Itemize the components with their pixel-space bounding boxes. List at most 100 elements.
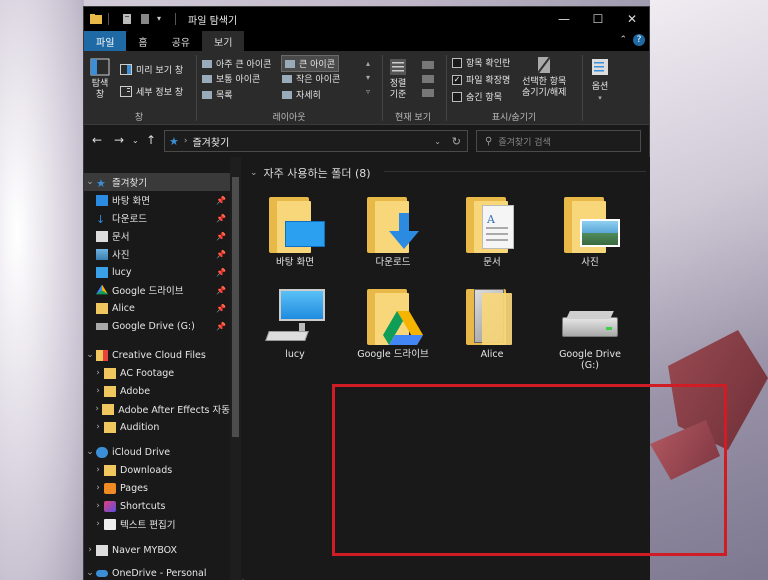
drive-tile-google-drive-g[interactable]: Google Drive (G:)	[545, 283, 635, 371]
nav-item-pictures[interactable]: 사진 📌	[84, 245, 230, 263]
folder-tile-google-drive[interactable]: Google 드라이브	[348, 283, 438, 360]
title-separator	[175, 13, 176, 25]
nav-item-desktop[interactable]: 바탕 화면 📌	[84, 191, 230, 209]
forward-button[interactable]: →	[114, 133, 124, 147]
tab-share[interactable]: 공유	[160, 31, 202, 51]
tab-view[interactable]: 보기	[202, 31, 245, 51]
scrollbar-thumb[interactable]	[232, 177, 239, 437]
layout-small-icons-label: 작은 아이콘	[296, 75, 341, 85]
hide-selected-button[interactable]: 선택한 항목 숨기기/해제	[522, 55, 566, 99]
breadcrumb[interactable]: 즐겨찾기	[192, 134, 229, 149]
tab-home[interactable]: 홈	[126, 31, 159, 51]
add-columns-icon[interactable]	[422, 75, 434, 83]
file-extensions-toggle[interactable]: ✓ 파일 확장명	[452, 73, 510, 86]
nav-item-icloud-downloads[interactable]: › Downloads	[84, 461, 230, 479]
nav-item-label: Adobe	[120, 385, 151, 397]
expand-icon[interactable]: ›	[92, 404, 102, 414]
nav-item-downloads[interactable]: ↓ 다운로드 📌	[84, 209, 230, 227]
address-dropdown-icon[interactable]: ⌄	[434, 137, 441, 146]
collapse-icon[interactable]: ⌄	[84, 568, 96, 578]
properties-icon[interactable]	[121, 14, 133, 24]
nav-item-audition[interactable]: › Audition	[84, 418, 230, 436]
nav-item-creative-cloud[interactable]: ⌄ Creative Cloud Files	[84, 346, 230, 364]
expand-icon[interactable]: ›	[92, 501, 104, 511]
hidden-items-toggle[interactable]: 숨긴 항목	[452, 90, 502, 103]
layout-list[interactable]: 목록	[202, 88, 233, 101]
item-checkboxes-label: 항목 확인란	[466, 59, 511, 69]
folder-icon	[90, 14, 102, 24]
nav-item-naver-mybox[interactable]: › Naver MYBOX	[84, 541, 230, 559]
options-button[interactable]: 옵션 ▾	[590, 57, 610, 102]
group-by-icon[interactable]	[422, 61, 434, 69]
maximize-button[interactable]: ☐	[581, 7, 615, 31]
minimize-button[interactable]: —	[547, 7, 581, 31]
layout-extra-large-icons[interactable]: 아주 큰 아이콘	[202, 57, 271, 70]
sort-by-button[interactable]: 정렬 기준	[388, 57, 408, 101]
folder-tile-alice[interactable]: Alice	[447, 283, 537, 360]
nav-item-label: Creative Cloud Files	[112, 349, 206, 361]
folder-tile-lucy[interactable]: lucy	[250, 283, 340, 360]
details-pane-button[interactable]: 세부 정보 창	[120, 85, 183, 98]
nav-item-google-drive-g[interactable]: Google Drive (G:) 📌	[84, 317, 230, 335]
folder-tile-downloads[interactable]: 다운로드	[348, 191, 438, 268]
nav-item-onedrive[interactable]: ⌄ OneDrive - Personal	[84, 564, 230, 580]
close-button[interactable]: ✕	[615, 7, 649, 31]
nav-item-ac-footage[interactable]: › AC Footage	[84, 364, 230, 382]
nav-item-documents[interactable]: 문서 📌	[84, 227, 230, 245]
folder-tile-pictures[interactable]: 사진	[545, 191, 635, 268]
nav-item-lucy[interactable]: lucy 📌	[84, 263, 230, 281]
refresh-icon[interactable]: ↻	[452, 135, 461, 148]
address-bar[interactable]: ★ › 즐겨찾기 ⌄ ↻	[164, 130, 468, 152]
expand-icon[interactable]: ›	[92, 519, 104, 529]
collapse-icon[interactable]: ⌄	[84, 177, 96, 187]
layout-scroll-icon[interactable]: ▴ ▾ ▿	[366, 57, 370, 99]
folder-tile-documents[interactable]: A 문서	[447, 191, 537, 268]
ribbon-group-options: 옵션 ▾	[584, 51, 616, 125]
nav-item-after-effects[interactable]: › Adobe After Effects 자동	[84, 400, 230, 418]
layout-large-icons[interactable]: 큰 아이콘	[281, 55, 339, 72]
file-extensions-checkbox[interactable]: ✓	[452, 74, 462, 85]
collapse-icon[interactable]: ⌄	[84, 447, 96, 457]
layout-medium-icons[interactable]: 보통 아이콘	[202, 72, 260, 85]
navigation-pane-button[interactable]: 탐색 창	[90, 57, 110, 101]
item-checkboxes-toggle[interactable]: 항목 확인란	[452, 56, 510, 69]
search-box[interactable]: ⚲ 즐겨찾기 검색	[476, 130, 641, 152]
content-pane: ⌄ 자주 사용하는 폴더 (8) 바탕 화면 다운로드 A 문서 사진 lucy…	[244, 157, 727, 580]
nav-item-google-drive[interactable]: Google 드라이브 📌	[84, 281, 230, 299]
nav-item-icloud-drive[interactable]: ⌄ iCloud Drive	[84, 443, 230, 461]
nav-item-quick-access[interactable]: ⌄ ★ 즐겨찾기	[84, 173, 230, 191]
quick-access-dropdown-icon[interactable]: ▾	[157, 14, 169, 24]
drive-icon	[558, 283, 622, 347]
layout-small-icons[interactable]: 작은 아이콘	[282, 72, 340, 85]
nav-item-adobe[interactable]: › Adobe	[84, 382, 230, 400]
preview-pane-button[interactable]: 미리 보기 창	[120, 63, 183, 76]
nav-item-shortcuts[interactable]: › Shortcuts	[84, 497, 230, 515]
layout-details[interactable]: 자세히	[282, 88, 321, 101]
new-folder-icon[interactable]	[139, 14, 151, 24]
nav-item-alice[interactable]: Alice 📌	[84, 299, 230, 317]
help-icon[interactable]: ?	[633, 34, 645, 46]
expand-icon[interactable]: ›	[92, 368, 104, 378]
window-title: 파일 탐색기	[188, 15, 238, 27]
size-columns-icon[interactable]	[422, 89, 434, 97]
expand-icon[interactable]: ›	[84, 545, 96, 555]
nav-item-textedit[interactable]: › 텍스트 편집기	[84, 515, 230, 533]
navigation-scrollbar[interactable]	[230, 157, 241, 580]
section-header[interactable]: ⌄ 자주 사용하는 폴더 (8)	[250, 165, 371, 181]
recent-locations-icon[interactable]: ⌄	[132, 136, 139, 145]
item-checkboxes-checkbox[interactable]	[452, 57, 462, 68]
up-button[interactable]: ↑	[146, 133, 156, 147]
expand-icon[interactable]: ›	[92, 422, 104, 432]
collapse-ribbon-icon[interactable]: ⌃	[619, 35, 627, 45]
collapse-icon[interactable]: ⌄	[84, 350, 96, 360]
hidden-items-checkbox[interactable]	[452, 91, 462, 102]
folder-tile-desktop[interactable]: 바탕 화면	[250, 191, 340, 268]
nav-item-pages[interactable]: › Pages	[84, 479, 230, 497]
expand-icon[interactable]: ›	[92, 465, 104, 475]
expand-icon[interactable]: ›	[92, 483, 104, 493]
expand-icon[interactable]: ›	[92, 386, 104, 396]
collapse-icon[interactable]: ⌄	[250, 168, 258, 178]
section-divider	[384, 171, 646, 172]
tab-file[interactable]: 파일	[84, 31, 127, 51]
back-button[interactable]: ←	[92, 133, 102, 147]
